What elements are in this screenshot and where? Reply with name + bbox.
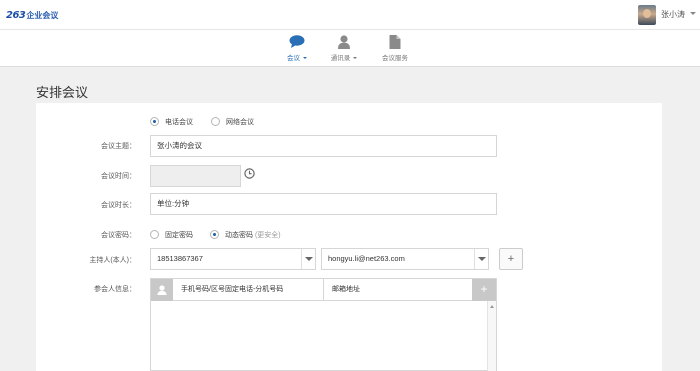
- chevron-down-icon[interactable]: [301, 249, 315, 269]
- person-icon: [338, 35, 351, 51]
- radio-fixed-password[interactable]: [150, 230, 159, 239]
- host-label: 主持人(本人)：: [89, 257, 136, 264]
- chat-bubble-icon: [289, 35, 305, 50]
- radio-fixed-password-label[interactable]: 固定密码: [165, 230, 193, 240]
- scroll-up-icon[interactable]: [490, 305, 494, 308]
- person-icon: [157, 285, 167, 295]
- chevron-down-icon[interactable]: [690, 12, 696, 15]
- select-contact-button[interactable]: [151, 279, 173, 301]
- duration-label: 会议时长：: [101, 202, 136, 209]
- logo-text: 企业会议: [26, 10, 59, 20]
- participants-scrollbar[interactable]: [487, 301, 496, 371]
- column-phone: 手机号码/区号固定电话-分机号码: [173, 279, 324, 301]
- dynamic-password-hint: (更安全): [254, 232, 281, 239]
- host-email-select[interactable]: hongyu.li@net263.com: [321, 248, 489, 270]
- duration-input[interactable]: 单位:分钟: [150, 193, 497, 215]
- radio-phone-meeting[interactable]: [150, 117, 159, 126]
- username[interactable]: 张小涛: [661, 9, 685, 20]
- clock-icon[interactable]: [244, 168, 255, 181]
- nav-item-services[interactable]: 会议服务: [365, 30, 425, 67]
- host-phone-select[interactable]: 18513867367: [150, 248, 316, 270]
- radio-dynamic-password-label[interactable]: 动态密码 (更安全): [225, 230, 281, 240]
- radio-phone-meeting-label[interactable]: 电话会议: [165, 117, 193, 127]
- avatar[interactable]: [638, 5, 656, 25]
- document-icon: [389, 35, 401, 51]
- subject-input[interactable]: 张小涛的会议: [150, 135, 497, 157]
- top-bar: 263 企业会议 张小涛: [0, 0, 700, 30]
- chevron-down-icon: [353, 57, 358, 60]
- host-phone-value: 18513867367: [157, 254, 203, 263]
- participants-table: 手机号码/区号固定电话-分机号码 邮箱地址 +: [150, 278, 497, 371]
- radio-web-meeting-label[interactable]: 网络会议: [226, 117, 254, 127]
- subject-label: 会议主题：: [101, 143, 136, 150]
- column-email: 邮箱地址: [332, 286, 360, 293]
- logo-number: 263: [6, 9, 26, 21]
- host-email-value: hongyu.li@net263.com: [328, 254, 405, 263]
- logo[interactable]: 263 企业会议: [6, 9, 58, 21]
- chevron-down-icon[interactable]: [474, 249, 488, 269]
- chevron-down-icon: [303, 57, 307, 60]
- dynamic-password-text: 动态密码: [225, 232, 253, 239]
- time-input[interactable]: [150, 165, 241, 187]
- radio-web-meeting[interactable]: [211, 117, 220, 126]
- main-nav: 会议 通讯录 会议服务: [0, 30, 700, 67]
- time-label: 会议时间：: [101, 173, 136, 180]
- participants-label: 参会人信息：: [94, 286, 136, 293]
- nav-label-meeting: 会议: [287, 55, 300, 62]
- add-host-button[interactable]: +: [499, 248, 523, 270]
- add-participant-button[interactable]: +: [472, 279, 496, 301]
- password-label: 会议密码：: [101, 232, 136, 239]
- duration-placeholder: 单位:分钟: [157, 199, 190, 208]
- page-title: 安排会议: [36, 85, 89, 100]
- radio-dynamic-password[interactable]: [210, 230, 219, 239]
- nav-label-services: 会议服务: [382, 55, 408, 62]
- plus-icon: +: [507, 253, 515, 265]
- nav-label-contacts: 通讯录: [330, 55, 351, 62]
- plus-icon: +: [480, 282, 488, 296]
- participants-header: 手机号码/区号固定电话-分机号码 邮箱地址 +: [151, 279, 496, 301]
